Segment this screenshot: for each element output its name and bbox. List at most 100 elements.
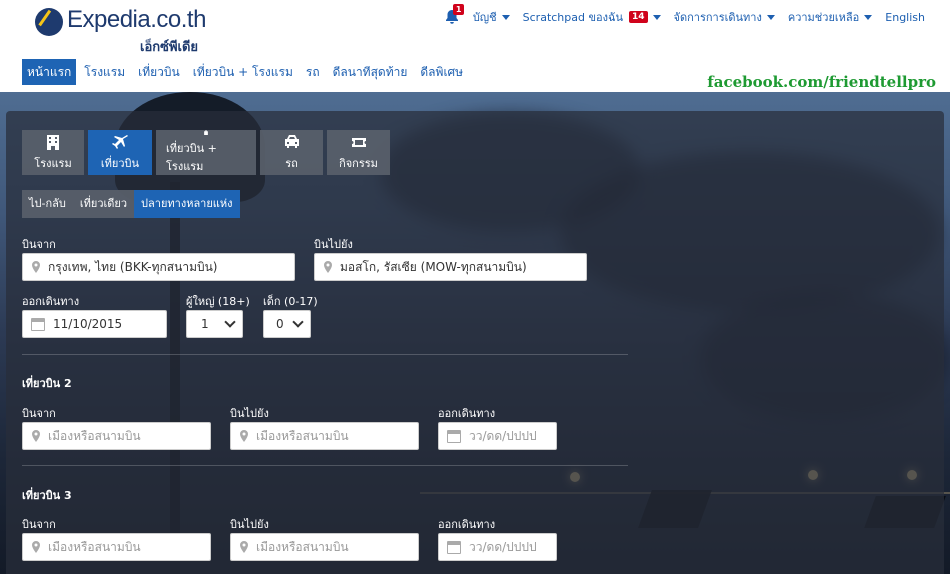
airplane-icon [112,134,128,149]
flight3-depart-input[interactable]: วว/ดด/ปปปป [438,533,557,561]
trip-type-selector: ไป-กลับ เที่ยวเดียว ปลายทางหลายแห่ง [22,190,240,218]
logo-subtitle: เอ็กซ์พีเดีย [140,40,199,55]
help-menu[interactable]: ความช่วยเหลือ [787,8,873,26]
flight2-heading: เที่ยวบิน 2 [22,377,72,390]
calendar-icon [31,317,45,331]
trip-type-roundtrip[interactable]: ไป-กลับ [22,190,73,218]
manage-trips-menu[interactable]: จัดการการเดินทาง [674,8,775,26]
children-value: 0 [276,317,284,331]
ticket-icon [351,137,366,147]
flight3-from-placeholder: เมืองหรือสนามบิน [48,539,141,554]
chevron-down-icon [652,14,661,20]
adults-select[interactable]: 1 [186,310,243,338]
product-tab-flight-hotel[interactable]: เที่ยวบิน + โรงแรม [156,130,256,175]
product-tab-cars[interactable]: รถ [260,130,323,175]
flight3-depart-placeholder: วว/ดด/ปปปป [469,539,537,554]
flight2-to-placeholder: เมืองหรือสนามบิน [256,428,349,443]
product-tab-label: เที่ยวบิน [100,156,140,170]
search-panel: โรงแรม เที่ยวบิน เที่ยวบิน + โรงแรม รถ ก… [6,111,944,574]
flight1-to-label: บินไปยัง [314,238,353,251]
top-navigation: 1 บัญชี Scratchpad ของฉัน 14 จัดการการเด… [444,4,925,26]
flight2-from-input[interactable]: เมืองหรือสนามบิน [22,422,211,450]
flight1-depart-value: 11/10/2015 [53,317,123,331]
nav-tab-last-minute[interactable]: ดีลนาทีสุดท้าย [328,59,413,85]
calendar-icon [447,429,461,443]
flight1-to-input[interactable]: มอสโก, รัสเซีย (MOW-ทุกสนามบิน) [314,253,587,281]
scratchpad-count-badge: 14 [629,11,648,23]
site-header: Expedia.co.th เอ็กซ์พีเดีย 1 บัญชี Scrat… [0,0,950,92]
luggage-icon [204,130,208,135]
location-pin-icon [31,430,41,442]
product-tab-label: กิจกรรม [339,156,378,170]
product-tab-label: รถ [285,156,298,170]
product-tab-activities[interactable]: กิจกรรม [327,130,390,175]
trip-type-multicity[interactable]: ปลายทางหลายแห่ง [134,190,240,218]
flight2-depart-placeholder: วว/ดด/ปปปป [469,428,537,443]
flight1-from-value: กรุงเทพ, ไทย (BKK-ทุกสนามบิน) [48,259,218,274]
chevron-down-icon [292,316,304,328]
flight2-depart-input[interactable]: วว/ดด/ปปปป [438,422,557,450]
product-tab-label: โรงแรม [34,156,72,170]
section-divider [22,354,628,355]
nav-tab-deals[interactable]: ดีลพิเศษ [415,59,468,85]
flight2-to-input[interactable]: เมืองหรือสนามบิน [230,422,419,450]
nav-tab-cars[interactable]: รถ [301,59,325,85]
language-link[interactable]: English [885,11,925,24]
nav-tab-flight-hotel[interactable]: เที่ยวบิน + โรงแรม [188,59,298,85]
product-tab-flights[interactable]: เที่ยวบิน [88,130,152,175]
manage-trips-label: จัดการการเดินทาง [673,11,762,24]
flight1-from-input[interactable]: กรุงเทพ, ไทย (BKK-ทุกสนามบิน) [22,253,295,281]
flight1-to-value: มอสโก, รัสเซีย (MOW-ทุกสนามบิน) [340,259,527,274]
account-label: บัญชี [472,11,497,24]
language-label: English [885,10,925,24]
flight1-from-label: บินจาก [22,238,56,251]
nav-tab-flights[interactable]: เที่ยวบิน [133,59,185,85]
facebook-watermark: facebook.com/friendtellpro [707,73,936,91]
building-icon [47,134,59,150]
flight3-from-input[interactable]: เมืองหรือสนามบิน [22,533,211,561]
expedia-logo[interactable]: Expedia.co.th เอ็กซ์พีเดีย [35,6,206,55]
main-navigation: หน้าแรก โรงแรม เที่ยวบิน เที่ยวบิน + โรง… [22,59,471,85]
car-icon [284,134,299,148]
product-tab-label: เที่ยวบิน + โรงแรม [166,142,217,173]
location-pin-icon [239,541,249,553]
flight2-from-label: บินจาก [22,407,56,420]
location-pin-icon [239,430,249,442]
location-pin-icon [323,261,333,273]
location-pin-icon [31,261,41,273]
flight2-to-label: บินไปยัง [230,407,269,420]
help-label: ความช่วยเหลือ [787,11,860,24]
flight1-depart-label: ออกเดินทาง [22,295,80,308]
location-pin-icon [31,541,41,553]
logo-text: Expedia.co.th [67,6,206,33]
scratchpad-menu[interactable]: Scratchpad ของฉัน 14 [523,8,661,26]
section-divider [22,465,628,466]
adults-label: ผู้ใหญ่ (18+) [186,295,250,308]
flight3-heading: เที่ยวบิน 3 [22,489,72,502]
children-label: เด็ก (0-17) [263,295,318,308]
chevron-down-icon [501,14,510,20]
flight3-to-label: บินไปยัง [230,518,269,531]
trip-type-oneway[interactable]: เที่ยวเดียว [73,190,134,218]
notification-count-badge: 1 [452,4,465,15]
flight2-depart-label: ออกเดินทาง [438,407,496,420]
scratchpad-label: Scratchpad ของฉัน [522,11,623,24]
globe-plane-icon [35,8,63,36]
adults-value: 1 [201,317,209,331]
chevron-down-icon [766,14,775,20]
chevron-down-icon [864,14,873,20]
nav-tab-home[interactable]: หน้าแรก [22,59,77,85]
flight3-depart-label: ออกเดินทาง [438,518,496,531]
notifications-bell[interactable]: 1 [444,4,465,25]
flight2-from-placeholder: เมืองหรือสนามบิน [48,428,141,443]
flight3-to-placeholder: เมืองหรือสนามบิน [256,539,349,554]
account-menu[interactable]: บัญชี [473,8,510,26]
calendar-icon [447,540,461,554]
flight3-to-input[interactable]: เมืองหรือสนามบิน [230,533,419,561]
product-tab-hotels[interactable]: โรงแรม [22,130,84,175]
children-select[interactable]: 0 [263,310,311,338]
chevron-down-icon [224,316,236,328]
flight1-depart-input[interactable]: 11/10/2015 [22,310,167,338]
hero-background: โรงแรม เที่ยวบิน เที่ยวบิน + โรงแรม รถ ก… [0,92,950,574]
nav-tab-hotels[interactable]: โรงแรม [79,59,130,85]
